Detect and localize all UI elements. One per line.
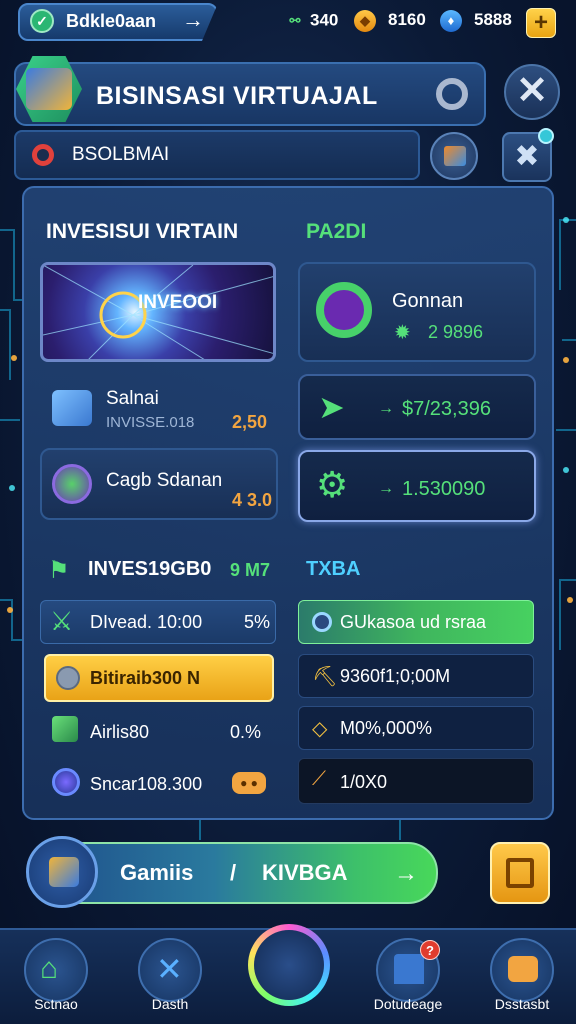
- coin-icon: ◆: [354, 10, 376, 32]
- list-item-label: GUkasoa ud rsraa: [340, 612, 487, 632]
- home-icon: ⌂: [40, 952, 59, 985]
- stat-coins-value: 8160: [388, 10, 426, 30]
- notification-badge: ?: [420, 940, 440, 960]
- nav-dash-button[interactable]: ✕: [138, 938, 202, 1002]
- action-cube-icon: [26, 836, 98, 908]
- list-side-title: TXBA: [306, 558, 361, 580]
- link-icon: ⚯: [289, 13, 301, 28]
- list-item-label: M0%,000%: [340, 718, 433, 738]
- pickaxe-icon: ⛏: [312, 666, 338, 688]
- list-section-title: INVES19GB0: [88, 558, 212, 580]
- action-separator: /: [230, 860, 237, 885]
- crate-button[interactable]: [430, 132, 478, 180]
- magnifier-icon: [316, 282, 372, 338]
- building-icon: [394, 954, 424, 984]
- target-icon: [312, 612, 332, 632]
- cross-tools-icon: ✕: [156, 951, 183, 987]
- tools-icon: ✖: [514, 140, 540, 173]
- item-salnai-value: 2,50: [232, 412, 268, 432]
- gem-icon: ♦: [440, 10, 462, 32]
- blocks-icon: [52, 390, 92, 426]
- stat-gems: ♦ 5888: [440, 10, 512, 32]
- status-dot-icon: [32, 144, 54, 166]
- item-cagb-name: Cagb Sdanan: [106, 470, 223, 491]
- nav-home-button[interactable]: ⌂: [24, 938, 88, 1002]
- invest-section-title: INVESISUI VIRTAIN: [46, 220, 239, 243]
- paper-plane-icon: ➤: [318, 389, 345, 425]
- subtitle-label: BSOLBMAI: [72, 144, 170, 165]
- invest-side-title: PA2DI: [306, 220, 367, 243]
- nav-stats-button[interactable]: [490, 938, 554, 1002]
- list-item-label: Airlis80: [90, 722, 150, 742]
- top-bar: ✓ Bdkle0aan → ⚯ 340 ◆ 8160 ♦ 5888 +: [0, 0, 576, 44]
- gonnan-title: Gonnan: [392, 290, 464, 312]
- hex-badge-icon: [52, 464, 92, 504]
- tools-badge-icon: [538, 128, 554, 144]
- gonnan-value: 2 9896: [428, 322, 484, 342]
- nav-label-dash: Dasth: [151, 996, 189, 1012]
- list-item-label: DIvead. 10:00: [90, 612, 203, 632]
- item-cagb-value: 4 3.0: [232, 490, 273, 510]
- list-item-label: Bitiraib300 N: [90, 668, 201, 688]
- ratio-value: 1.530090: [402, 478, 486, 500]
- ratio-arrow: →: [378, 480, 394, 497]
- cube-icon: [26, 68, 72, 110]
- slash-icon: ⟋: [312, 768, 326, 790]
- action-label-left: Gamiis: [120, 860, 194, 885]
- cube-icon: [52, 716, 78, 742]
- stat-gems-value: 5888: [474, 10, 512, 30]
- gear-icon: ✹: [394, 322, 411, 344]
- arrow-right-icon[interactable]: →: [182, 7, 204, 33]
- side-action-button[interactable]: [490, 842, 550, 904]
- cube-icon: [49, 857, 79, 887]
- stat-coins: ◆ 8160: [354, 10, 426, 32]
- arrow-right-icon: →: [394, 860, 418, 887]
- nav-label-storage: Dotudeage: [373, 996, 443, 1012]
- cog-icon: ⚙: [316, 464, 349, 505]
- nav-label-stats: Dsstasbt: [494, 996, 550, 1012]
- price-arrow: →: [378, 400, 394, 417]
- close-button[interactable]: ✕: [504, 64, 560, 120]
- nav-center-button[interactable]: [248, 924, 330, 1006]
- action-label-right: KIVBGA: [262, 860, 348, 885]
- frame-icon: [506, 858, 534, 888]
- list-item-value: 5%: [244, 612, 271, 632]
- price-value: $7/23,396: [402, 398, 491, 420]
- nav-label-home: Sctnao: [34, 996, 78, 1012]
- diamond-icon: ◇: [312, 718, 328, 740]
- list-item-label: Sncar108.300: [90, 774, 203, 794]
- settings-ring-button[interactable]: [436, 78, 468, 110]
- robot-icon: [508, 956, 538, 982]
- item-salnai-sub: INVISSE.018: [106, 414, 195, 431]
- chat-bubble-icon[interactable]: ● ●: [232, 772, 266, 794]
- flag-icon: ⚑: [48, 557, 70, 584]
- username: Bdkle0aan: [66, 11, 157, 31]
- page-title: BISINSASI VIRTUAJAL: [96, 82, 378, 110]
- tools-button[interactable]: ✖: [502, 128, 554, 182]
- stat-energy: ⚯ 340: [286, 10, 339, 32]
- item-salnai-name: Salnai: [106, 388, 159, 409]
- list-item[interactable]: [298, 758, 534, 804]
- stat-energy-value: 340: [310, 10, 339, 30]
- add-currency-button[interactable]: +: [526, 8, 556, 38]
- sword-icon: ⚔: [50, 606, 74, 636]
- compass-icon: [254, 930, 324, 1000]
- orb-icon: [52, 768, 80, 796]
- banner-label: INVEOOI: [138, 292, 218, 313]
- check-icon: ✓: [30, 9, 54, 33]
- list-item-label: 9360f1;0;00M: [340, 666, 451, 686]
- coin-stack-icon: [56, 666, 80, 690]
- list-item-label: 1/0X0: [340, 772, 388, 792]
- list-section-value: 9 M7: [230, 560, 271, 580]
- crate-icon: [444, 146, 466, 166]
- list-item-value: 0.%: [230, 722, 262, 742]
